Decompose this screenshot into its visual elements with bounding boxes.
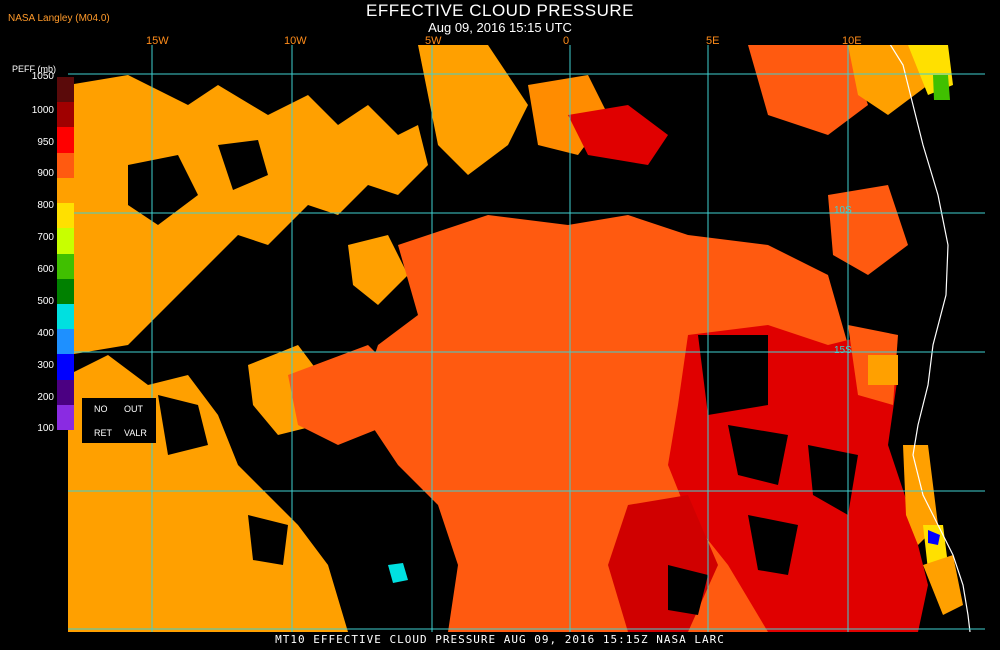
key-label-out: OUT [124, 404, 143, 414]
latitude-label-15s: 15S [834, 345, 852, 356]
legend-swatch [57, 253, 74, 280]
key-label-ret: RET [94, 428, 112, 438]
key-label-no: NO [94, 404, 108, 414]
map-title: EFFECTIVE CLOUD PRESSURE [366, 1, 634, 20]
legend-swatch [57, 379, 74, 406]
key-label-valr: VALR [124, 428, 147, 438]
map-subtitle-timestamp: Aug 09, 2016 15:15 UTC [428, 20, 572, 35]
legend-swatch [57, 203, 74, 229]
legend-tick-label: 500 [37, 296, 54, 307]
legend-swatch [57, 228, 74, 254]
legend-swatch [57, 102, 74, 128]
legend-tick-label: 200 [37, 392, 54, 403]
legend-swatch [57, 303, 74, 330]
legend-tick-label: 950 [37, 137, 54, 148]
legend-key-box: NO OUT RET VALR [82, 398, 156, 443]
legend-tick-label: 700 [37, 232, 54, 243]
legend-tick-label: 800 [37, 200, 54, 211]
legend-tick-label: 400 [37, 328, 54, 339]
legend-swatch [57, 278, 74, 305]
legend-swatch [57, 329, 74, 355]
credit-label: NASA Langley (M04.0) [8, 13, 110, 24]
legend-tick-label: 300 [37, 360, 54, 371]
legend-tick-label: 100 [37, 423, 54, 434]
legend-swatch [57, 127, 74, 154]
legend-tick-label: 600 [37, 264, 54, 275]
footer-caption: MT10 EFFECTIVE CLOUD PRESSURE AUG 09, 20… [275, 633, 725, 646]
legend-swatch [57, 77, 74, 103]
legend-swatch [57, 152, 74, 179]
legend-swatch [57, 354, 74, 381]
legend-tick-label: 1000 [31, 105, 54, 116]
cloud-pressure-map [68, 45, 985, 632]
legend-tick-label: 900 [37, 168, 54, 179]
legend-tick-label: 1050 [31, 71, 54, 82]
map-imagery [68, 45, 985, 632]
latitude-label-10s: 10S [834, 205, 852, 216]
legend-swatch [57, 404, 74, 431]
legend-swatch [57, 177, 74, 204]
color-legend-bar [57, 77, 74, 431]
